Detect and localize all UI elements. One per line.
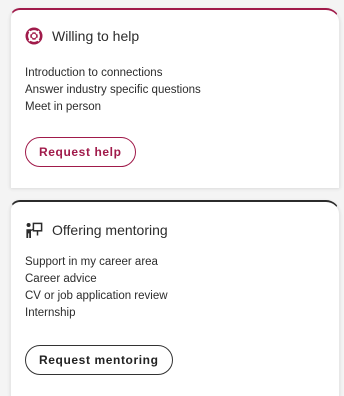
- request-help-button[interactable]: Request help: [25, 137, 136, 167]
- lifebuoy-icon: [25, 27, 43, 45]
- card-header: Offering mentoring: [25, 221, 168, 239]
- request-mentoring-button[interactable]: Request mentoring: [25, 345, 173, 375]
- mentoring-offer-list: Support in my career area Career advice …: [25, 254, 168, 322]
- offering-mentoring-card: Offering mentoring Support in my career …: [10, 200, 340, 396]
- list-item: Answer industry specific questions: [25, 84, 201, 96]
- help-offer-list: Introduction to connections Answer indus…: [25, 65, 201, 116]
- presenter-board-icon: [25, 221, 43, 239]
- card-header: Willing to help: [25, 27, 139, 45]
- list-item: Introduction to connections: [25, 67, 163, 79]
- list-item: Career advice: [25, 273, 97, 285]
- list-item: Support in my career area: [25, 256, 158, 268]
- list-item: CV or job application review: [25, 290, 168, 302]
- list-item: Meet in person: [25, 101, 102, 113]
- card-title: Willing to help: [52, 28, 140, 44]
- list-item: Internship: [25, 307, 76, 319]
- card-title: Offering mentoring: [52, 222, 168, 238]
- willing-to-help-card: Willing to help Introduction to connecti…: [10, 8, 340, 188]
